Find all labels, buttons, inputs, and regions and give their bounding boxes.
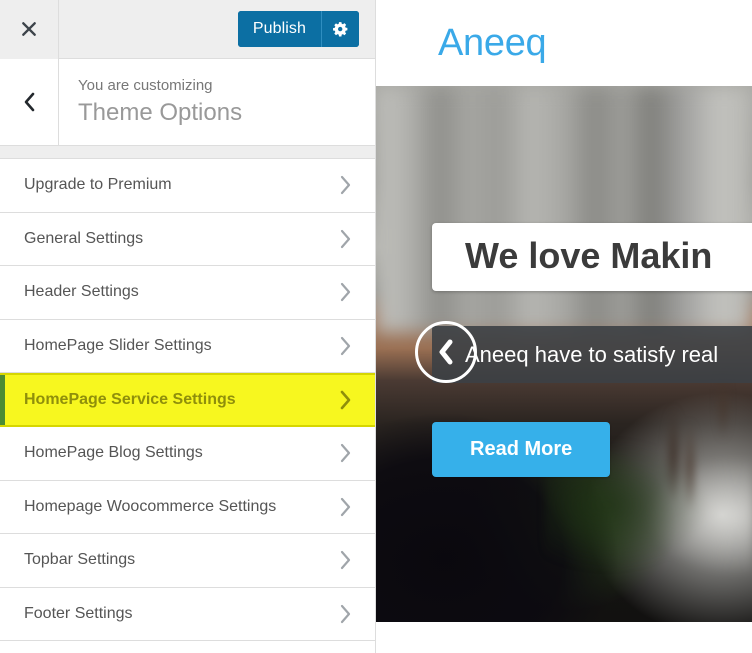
slider-headline-box: We love Makin xyxy=(432,223,752,291)
chevron-right-icon xyxy=(338,549,352,571)
customizing-eyebrow: You are customizing xyxy=(78,76,213,94)
section-list: Upgrade to Premium General Settings Head… xyxy=(0,159,375,653)
close-icon xyxy=(22,22,36,36)
panel-header-text: You are customizing Theme Options xyxy=(59,59,375,145)
site-footer-strip xyxy=(376,622,752,653)
sidebar-item-label: Upgrade to Premium xyxy=(24,176,172,194)
panel-header: You are customizing Theme Options xyxy=(0,59,375,146)
customizer-screen: Publish You are customizing Theme Option… xyxy=(0,0,752,653)
slider-headline: We love Makin xyxy=(465,235,713,276)
sidebar-item-label: HomePage Slider Settings xyxy=(24,336,212,354)
site-preview-pane[interactable]: Aneeq We love Makin Aneeq have to satisf… xyxy=(376,0,752,653)
slider-caption: Aneeq have to satisfy real xyxy=(465,342,719,367)
slider-prev-button[interactable] xyxy=(415,321,477,383)
chevron-left-icon xyxy=(24,92,34,112)
gear-icon xyxy=(333,21,348,36)
slider-content: We love Makin Aneeq have to satisfy real… xyxy=(376,86,752,622)
chevron-right-icon xyxy=(338,496,352,518)
sidebar-item-label: Homepage Woocommerce Settings xyxy=(24,497,277,515)
sidebar-item-upgrade-to-premium[interactable]: Upgrade to Premium xyxy=(0,159,375,213)
panel-back-button[interactable] xyxy=(0,59,59,145)
publish-button[interactable]: Publish xyxy=(237,11,321,47)
chevron-right-icon xyxy=(338,228,352,250)
chevron-right-icon xyxy=(338,603,352,625)
sidebar-item-label: Header Settings xyxy=(24,283,139,301)
site-header: Aneeq xyxy=(376,0,752,86)
sidebar-item-label: HomePage Service Settings xyxy=(24,391,236,408)
sidebar-item-label: Topbar Settings xyxy=(24,551,136,569)
publish-settings-button[interactable] xyxy=(321,11,359,47)
sidebar-item-homepage-blog-settings[interactable]: HomePage Blog Settings xyxy=(0,427,375,481)
homepage-slider: We love Makin Aneeq have to satisfy real… xyxy=(376,86,752,622)
slider-caption-box: Aneeq have to satisfy real xyxy=(432,326,752,384)
panel-divider xyxy=(0,146,375,159)
sidebar-item-label: General Settings xyxy=(24,229,144,247)
close-customizer-button[interactable] xyxy=(0,0,59,59)
site-title[interactable]: Aneeq xyxy=(438,22,547,65)
read-more-button[interactable]: Read More xyxy=(432,422,611,477)
customizer-topbar: Publish xyxy=(0,0,375,59)
publish-group: Publish xyxy=(237,11,359,47)
chevron-right-icon xyxy=(338,281,352,303)
chevron-right-icon xyxy=(338,174,352,196)
sidebar-item-homepage-service-settings[interactable]: HomePage Service Settings xyxy=(0,373,375,427)
sidebar-item-general-settings[interactable]: General Settings xyxy=(0,212,375,266)
chevron-right-icon xyxy=(338,389,352,411)
page-title: Theme Options xyxy=(78,99,243,127)
sidebar-item-topbar-settings[interactable]: Topbar Settings xyxy=(0,534,375,588)
sidebar-item-label: HomePage Blog Settings xyxy=(24,444,203,462)
sidebar-item-footer-settings[interactable]: Footer Settings xyxy=(0,587,375,641)
sidebar-item-homepage-slider-settings[interactable]: HomePage Slider Settings xyxy=(0,319,375,373)
sidebar-item-label: Footer Settings xyxy=(24,604,133,622)
chevron-right-icon xyxy=(338,335,352,357)
chevron-left-icon xyxy=(439,339,453,365)
sidebar-item-header-settings[interactable]: Header Settings xyxy=(0,266,375,320)
sidebar-item-homepage-woocommerce-settings[interactable]: Homepage Woocommerce Settings xyxy=(0,480,375,534)
customizer-sidebar: Publish You are customizing Theme Option… xyxy=(0,0,376,653)
chevron-right-icon xyxy=(338,442,352,464)
